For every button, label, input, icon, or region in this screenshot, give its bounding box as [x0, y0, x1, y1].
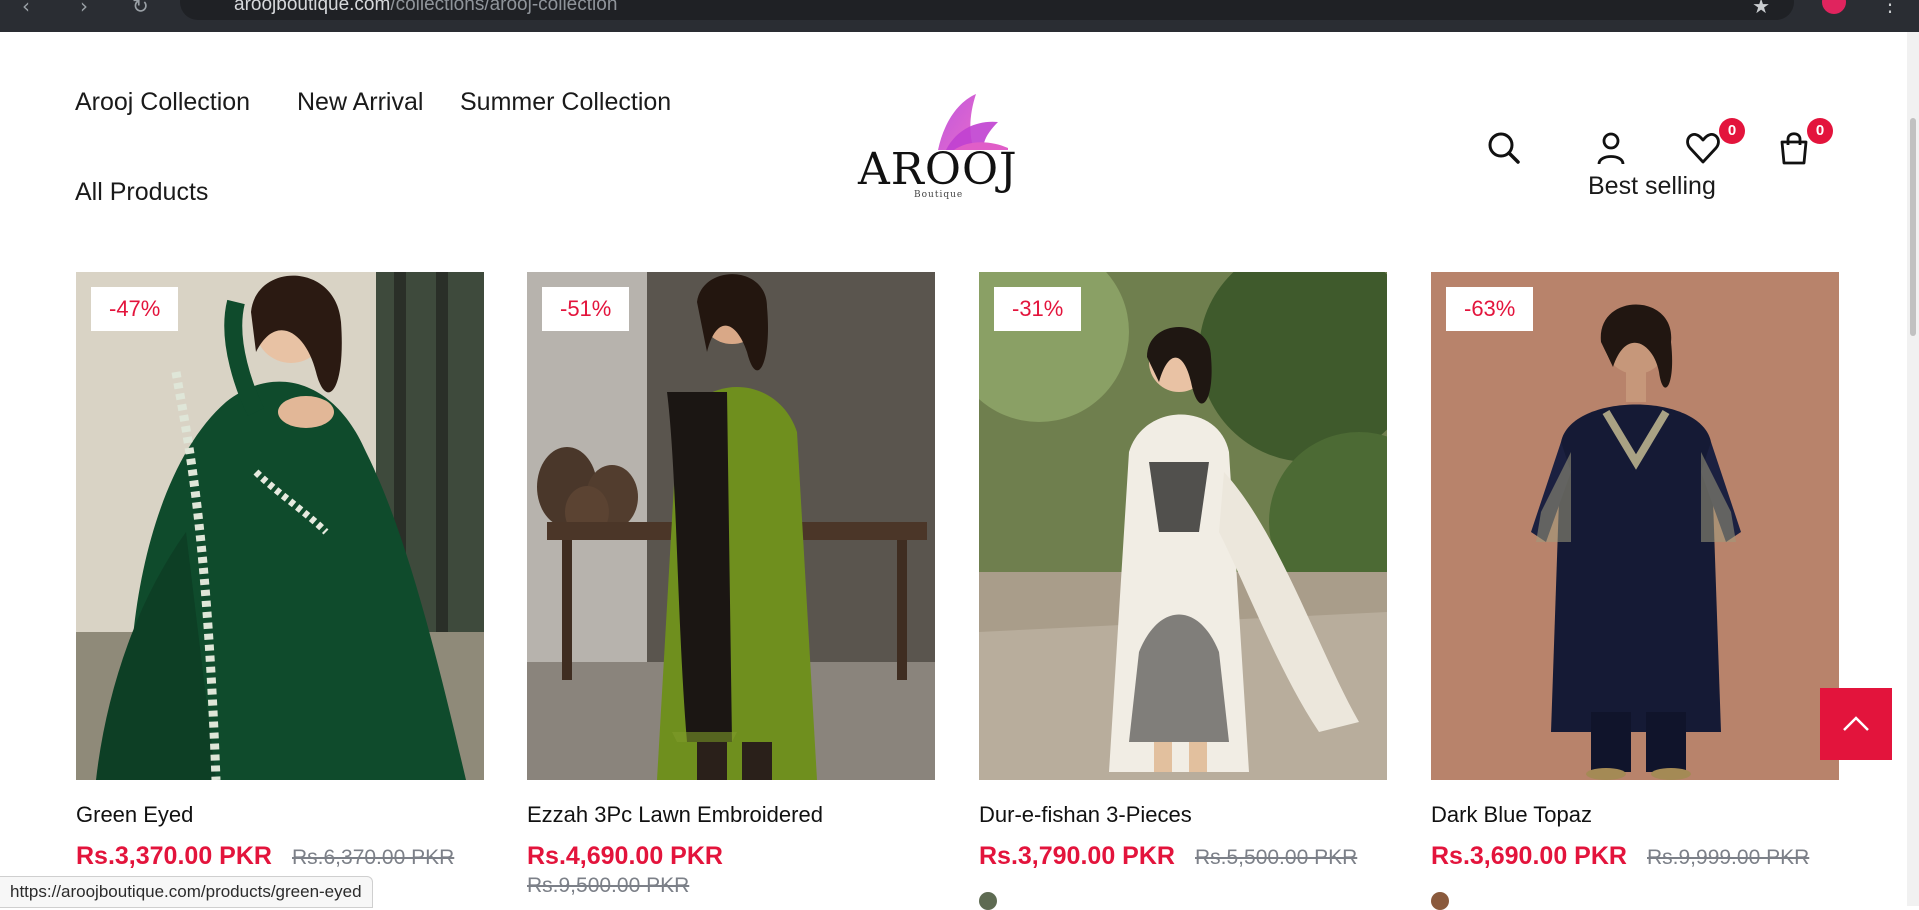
product-image[interactable]: -51% [527, 272, 935, 780]
wishlist-count-badge: 0 [1719, 118, 1745, 144]
product-title[interactable]: Dur-e-fishan 3-Pieces [979, 802, 1192, 828]
discount-badge: -31% [994, 287, 1082, 331]
reload-icon[interactable]: ↻ [132, 0, 149, 18]
compare-price: Rs.6,370.00 PKR [292, 846, 455, 869]
link-status-preview: https://aroojboutique.com/products/green… [0, 876, 373, 908]
cart-count-badge: 0 [1807, 118, 1833, 144]
search-icon[interactable] [1484, 128, 1524, 168]
product-title[interactable]: Green Eyed [76, 802, 193, 828]
sort-select[interactable]: Best selling [1588, 172, 1716, 201]
product-image[interactable]: -31% [979, 272, 1387, 780]
logo-wing-icon [938, 94, 1008, 150]
nav-new-arrival[interactable]: New Arrival [297, 88, 423, 117]
forward-icon[interactable]: › [80, 0, 88, 18]
product-title[interactable]: Dark Blue Topaz [1431, 802, 1592, 828]
compare-price: Rs.5,500.00 PKR [1195, 846, 1358, 869]
product-card[interactable]: -47% Green Eyed Rs.3,370.00 PKR Rs.6,370… [76, 272, 484, 870]
browser-menu-icon[interactable]: ⋮ [1880, 0, 1900, 16]
scrollbar-thumb[interactable] [1910, 118, 1916, 336]
profile-avatar[interactable] [1822, 0, 1846, 14]
logo-wordmark: AROOJ [858, 144, 1018, 195]
browser-toolbar: ‹ › ↻ aroojboutique.com/collections/aroo… [0, 0, 1919, 32]
product-card[interactable]: -51% Ezzah 3Pc Lawn Embroidered Rs.4,690… [527, 272, 935, 897]
site-logo[interactable]: AROOJ Boutique [858, 92, 1018, 200]
sale-price: Rs.3,690.00 PKR [1431, 842, 1627, 870]
product-image[interactable]: -47% [76, 272, 484, 780]
nav-summer-collection[interactable]: Summer Collection [460, 88, 671, 117]
product-image[interactable]: -63% [1431, 272, 1839, 780]
bookmark-star-icon[interactable]: ★ [1752, 0, 1770, 19]
heart-icon[interactable] [1683, 128, 1723, 168]
product-title[interactable]: Ezzah 3Pc Lawn Embroidered [527, 802, 823, 828]
back-to-top-button[interactable] [1820, 688, 1892, 760]
chevron-up-icon [1843, 716, 1869, 731]
address-url[interactable]: aroojboutique.com/collections/arooj-coll… [234, 0, 617, 16]
discount-badge: -51% [542, 287, 630, 331]
discount-badge: -63% [1446, 287, 1534, 331]
logo-subtext: Boutique [914, 190, 964, 200]
compare-price: Rs.9,500.00 PKR [527, 874, 690, 897]
color-swatch[interactable] [979, 892, 997, 910]
back-icon[interactable]: ‹ [22, 0, 30, 18]
discount-badge: -47% [91, 287, 179, 331]
address-bar[interactable]: aroojboutique.com/collections/arooj-coll… [180, 0, 1794, 20]
color-swatch[interactable] [1431, 892, 1449, 910]
sale-price: Rs.4,690.00 PKR [527, 842, 723, 870]
user-icon[interactable] [1591, 128, 1631, 168]
sale-price: Rs.3,370.00 PKR [76, 842, 272, 870]
sale-price: Rs.3,790.00 PKR [979, 842, 1175, 870]
compare-price: Rs.9,999.00 PKR [1647, 846, 1810, 869]
nav-all-products[interactable]: All Products [75, 178, 208, 207]
product-card[interactable]: -63% Dark Blue Topaz Rs.3,690.00 PKR Rs.… [1431, 272, 1839, 910]
nav-arooj-collection[interactable]: Arooj Collection [75, 88, 250, 117]
product-card[interactable]: -31% Dur-e-fishan 3-Pieces Rs.3,790.00 P… [979, 272, 1387, 910]
